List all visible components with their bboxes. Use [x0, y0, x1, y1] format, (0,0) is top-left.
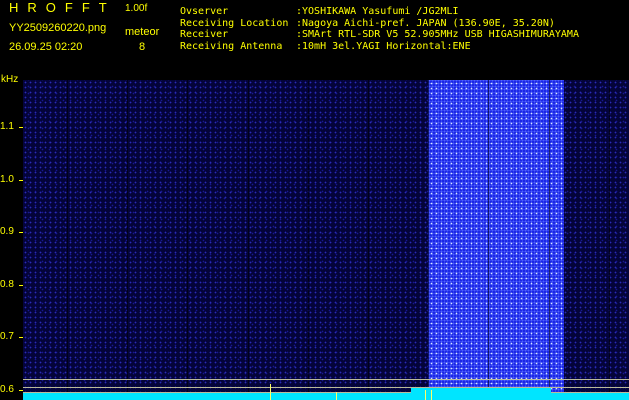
y-tick-label: 1.0 — [0, 173, 14, 185]
y-tick-label: 0.7 — [0, 331, 14, 343]
y-axis-unit: kHz — [1, 74, 19, 85]
spectrogram-plot — [23, 80, 629, 400]
minute-gridline — [428, 80, 430, 400]
noise-spike — [270, 384, 271, 400]
meteor-count: 8 — [139, 41, 146, 53]
minute-gridline — [608, 80, 610, 400]
y-tick-label: 0.6 — [0, 383, 14, 395]
minute-gridline — [548, 80, 550, 400]
y-tick-label: 0.9 — [0, 226, 14, 238]
noise-spike — [336, 392, 337, 400]
file-name: YY2509260220.png — [9, 22, 107, 34]
app-title: HROFFT — [9, 0, 116, 15]
minute-gridline — [187, 80, 189, 400]
frequency-marker-line — [23, 379, 629, 381]
minute-gridline — [127, 80, 129, 400]
noise-floor-echo-trace — [411, 388, 551, 400]
minute-gridline — [488, 80, 490, 400]
station-info-values: :YOSHIKAWA Yasufumi /JG2MLI :Nagoya Aich… — [296, 6, 579, 52]
meteor-echo-band — [428, 80, 564, 400]
y-tick-label: 1.1 — [0, 121, 14, 133]
minute-gridline — [247, 80, 249, 400]
station-info-labels: Ovserver Receiving Location Receiver Rec… — [180, 6, 289, 52]
noise-spike — [431, 390, 432, 400]
mode-label: meteor — [125, 26, 160, 38]
noise-spike — [425, 390, 426, 400]
timestamp: 26.09.25 02:20 — [9, 41, 83, 53]
minute-gridline — [368, 80, 369, 400]
minute-gridline — [307, 80, 309, 400]
y-tick-label: 0.8 — [0, 278, 14, 290]
app-version: 1.00f — [125, 3, 148, 14]
minute-gridline — [67, 80, 68, 400]
